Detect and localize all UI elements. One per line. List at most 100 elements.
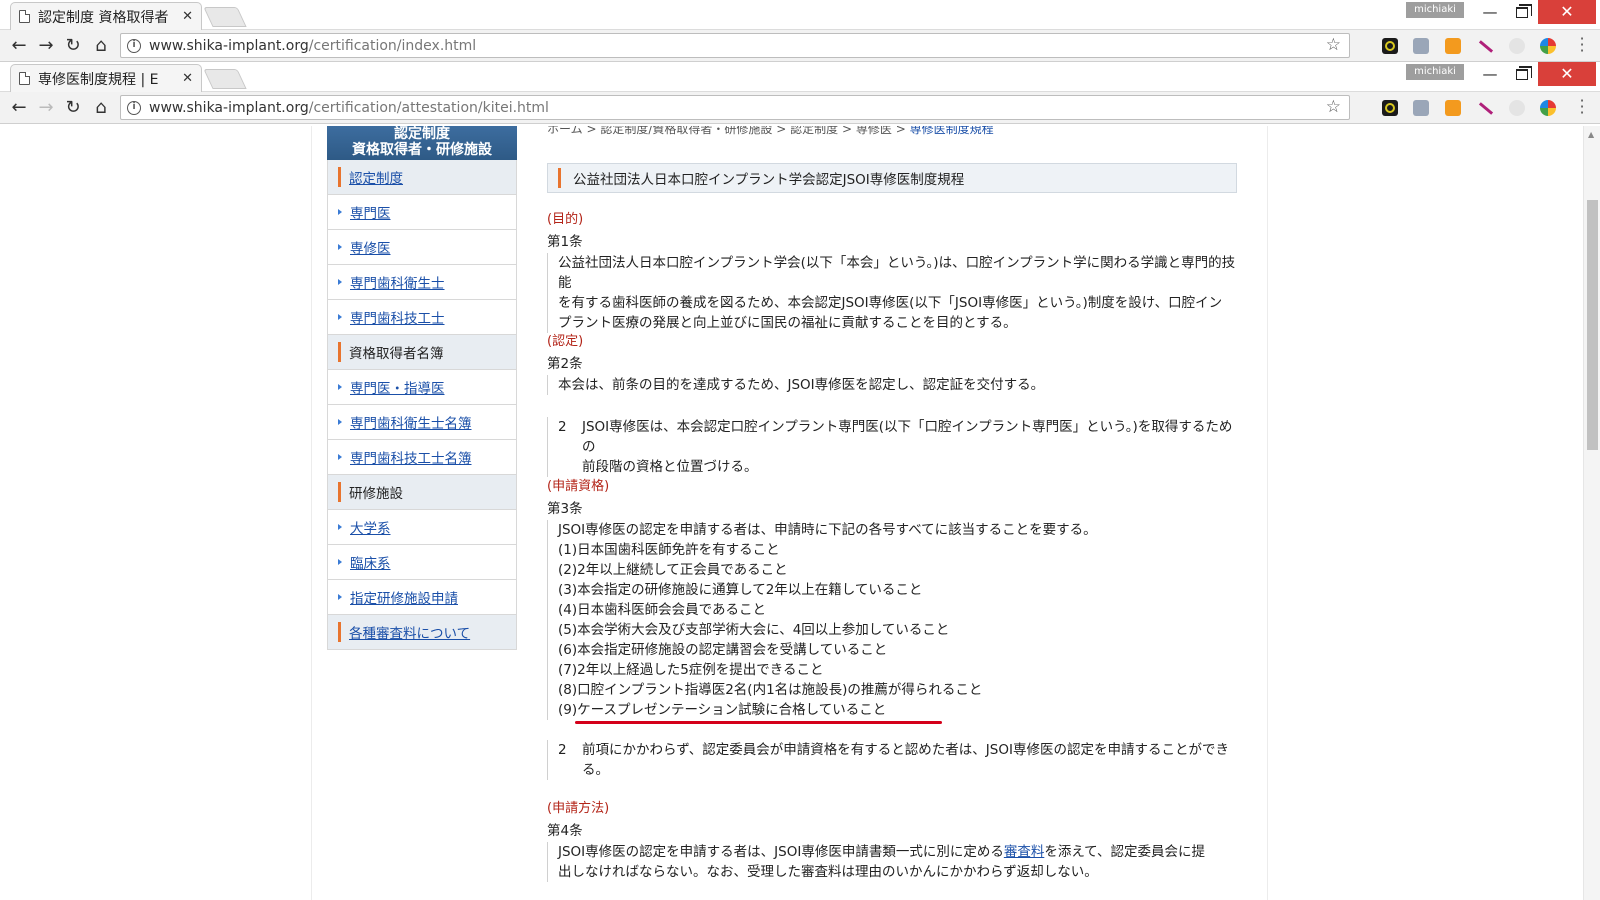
maximize-button[interactable] <box>1506 0 1538 24</box>
requirement-item: (1)日本国歯科医師免許を有すること <box>558 542 780 558</box>
bullet-arrow-icon <box>338 594 342 600</box>
extension-pen-icon[interactable] <box>1477 38 1493 54</box>
sidebar-item-label[interactable]: 専門医 <box>350 202 391 222</box>
sidebar-item-8[interactable]: 専門歯科技工士名簿 <box>327 440 517 475</box>
scroll-up-icon[interactable]: ▲ <box>1588 130 1594 139</box>
extension-circle-icon[interactable] <box>1509 38 1525 54</box>
article-number: 第4条 <box>547 823 583 839</box>
sidebar-item-label: 研修施設 <box>349 486 403 502</box>
sidebar-item-label[interactable]: 指定研修施設申請 <box>350 587 458 607</box>
sidebar-item-label[interactable]: 専修医 <box>350 237 391 257</box>
home-button[interactable]: ⌂ <box>90 35 112 57</box>
new-tab-button[interactable] <box>203 69 247 89</box>
sidebar-item-1[interactable]: 専門医 <box>327 195 517 230</box>
article-number: 第1条 <box>547 234 583 250</box>
article-heading: (目的) <box>547 212 584 227</box>
extension-norton-icon[interactable] <box>1382 38 1398 54</box>
requirement-item: (4)日本歯科医師会会員であること <box>558 602 766 618</box>
extension-source-icon[interactable] <box>1413 38 1429 54</box>
tab-close-icon[interactable]: ✕ <box>182 71 193 86</box>
bullet-arrow-icon <box>338 314 342 320</box>
profile-badge[interactable]: michiaki <box>1406 2 1464 18</box>
breadcrumb-seido[interactable]: 認定制度 <box>790 126 838 136</box>
title-accent-bar <box>558 168 561 188</box>
close-window-button[interactable]: ✕ <box>1538 62 1596 86</box>
address-bar[interactable]: i www.shika-implant.org/certification/at… <box>120 95 1350 120</box>
sidebar-item-6[interactable]: 専門医・指導医 <box>327 370 517 405</box>
highlighted-requirement: ケースプレゼンテーション試験に合格していること <box>575 702 943 724</box>
url-text: www.shika-implant.org/certification/inde… <box>149 37 477 54</box>
info-icon[interactable]: i <box>127 38 141 53</box>
tab-close-icon[interactable]: ✕ <box>182 9 193 24</box>
forward-button[interactable]: → <box>35 35 57 57</box>
home-button[interactable]: ⌂ <box>90 97 112 119</box>
article-heading: (申請資格) <box>547 479 610 494</box>
extension-chart-icon[interactable] <box>1445 38 1461 54</box>
extension-color-icon[interactable] <box>1540 38 1556 54</box>
url-text: www.shika-implant.org/certification/atte… <box>149 99 549 116</box>
extension-color-icon[interactable] <box>1540 100 1556 116</box>
sidebar-item-label[interactable]: 専門歯科技工士名簿 <box>350 447 472 467</box>
article-number: 第2条 <box>547 356 583 372</box>
article-paragraph-2: 2 前項にかかわらず、認定委員会が申請資格を有すると認めた者は、JSOI専修医の認… <box>547 740 1237 780</box>
tab-certification[interactable]: 認定制度 資格取得者 ✕ <box>10 2 202 30</box>
forward-button[interactable]: → <box>35 97 57 119</box>
sidebar-item-2[interactable]: 専修医 <box>327 230 517 265</box>
extension-source-icon[interactable] <box>1413 100 1429 116</box>
profile-badge[interactable]: michiaki <box>1406 64 1464 80</box>
new-tab-button[interactable] <box>203 7 247 27</box>
sidebar-item-7[interactable]: 専門歯科衛生士名簿 <box>327 405 517 440</box>
menu-dots-icon[interactable]: · · · <box>1578 31 1586 59</box>
address-bar[interactable]: i www.shika-implant.org/certification/in… <box>120 33 1350 58</box>
sidebar-item-0[interactable]: 認定制度 <box>327 160 517 195</box>
sidebar-item-label[interactable]: 専門歯科技工士 <box>350 307 445 327</box>
back-button[interactable]: ← <box>8 35 30 57</box>
section-accent-bar <box>338 167 341 187</box>
sidebar-item-label[interactable]: 認定制度 <box>349 167 403 187</box>
article-3: (申請資格) 第3条 JSOI専修医の認定を申請する者は、申請時に下記の各号すべ… <box>547 475 1237 780</box>
breadcrumb-current: 専修医制度規程 <box>909 126 994 136</box>
sidebar-header: 認定制度 資格取得者・研修施設 <box>327 126 517 160</box>
browser-toolbar: ← → ↻ ⌂ i www.shika-implant.org/certific… <box>0 92 1600 124</box>
sidebar-item-13[interactable]: 各種審査料について <box>327 615 517 650</box>
sidebar-item-5: 資格取得者名簿 <box>327 335 517 370</box>
maximize-button[interactable] <box>1506 62 1538 86</box>
sidebar-item-11[interactable]: 臨床系 <box>327 545 517 580</box>
sidebar-item-12[interactable]: 指定研修施設申請 <box>327 580 517 615</box>
extension-pen-icon[interactable] <box>1477 100 1493 116</box>
info-icon[interactable]: i <box>127 100 141 115</box>
menu-dots-icon[interactable]: · · · <box>1578 93 1586 121</box>
back-button[interactable]: ← <box>8 97 30 119</box>
sidebar-item-label[interactable]: 大学系 <box>350 517 391 537</box>
sidebar-item-4[interactable]: 専門歯科技工士 <box>327 300 517 335</box>
bullet-arrow-icon <box>338 244 342 250</box>
extension-norton-icon[interactable] <box>1382 100 1398 116</box>
extension-circle-icon[interactable] <box>1509 100 1525 116</box>
bookmark-star-icon[interactable]: ☆ <box>1326 35 1341 55</box>
sidebar-item-label[interactable]: 専門医・指導医 <box>350 377 445 397</box>
sidebar-item-label[interactable]: 臨床系 <box>350 552 391 572</box>
article-body: 公益社団法人日本口腔インプラント学会(以下「本会」という。)は、口腔インプラント… <box>547 253 1237 333</box>
reload-button[interactable]: ↻ <box>62 97 84 119</box>
breadcrumb-home[interactable]: ホーム <box>547 126 583 136</box>
sidebar-item-label[interactable]: 各種審査料について <box>349 622 470 642</box>
sidebar-item-3[interactable]: 専門歯科衛生士 <box>327 265 517 300</box>
sidebar-header-line1: 認定制度 <box>394 126 450 142</box>
close-window-button[interactable]: ✕ <box>1538 0 1596 24</box>
sidebar-item-label[interactable]: 専門歯科衛生士 <box>350 272 445 292</box>
scrollbar-thumb[interactable] <box>1587 200 1598 450</box>
extension-chart-icon[interactable] <box>1445 100 1461 116</box>
minimize-button[interactable]: — <box>1474 0 1506 24</box>
breadcrumb-certification[interactable]: 認定制度/資格取得者・研修施設 <box>600 126 772 136</box>
breadcrumb-senshui[interactable]: 専修医 <box>856 126 892 136</box>
sidebar-item-label[interactable]: 専門歯科衛生士名簿 <box>350 412 472 432</box>
minimize-button[interactable]: — <box>1474 62 1506 86</box>
fee-link[interactable]: 審査料 <box>1004 844 1045 860</box>
tab-kitei[interactable]: 専修医制度規程 | E ✕ <box>10 64 202 92</box>
bookmark-star-icon[interactable]: ☆ <box>1326 97 1341 117</box>
tab-title: 専修医制度規程 | E <box>38 71 159 88</box>
page-scrollbar[interactable]: ▲ <box>1583 126 1600 900</box>
article-paragraph-2: 2 JSOI専修医は、本会認定口腔インプラント専門医(以下「口腔インプラント専門医… <box>547 417 1237 477</box>
reload-button[interactable]: ↻ <box>62 35 84 57</box>
sidebar-item-10[interactable]: 大学系 <box>327 510 517 545</box>
